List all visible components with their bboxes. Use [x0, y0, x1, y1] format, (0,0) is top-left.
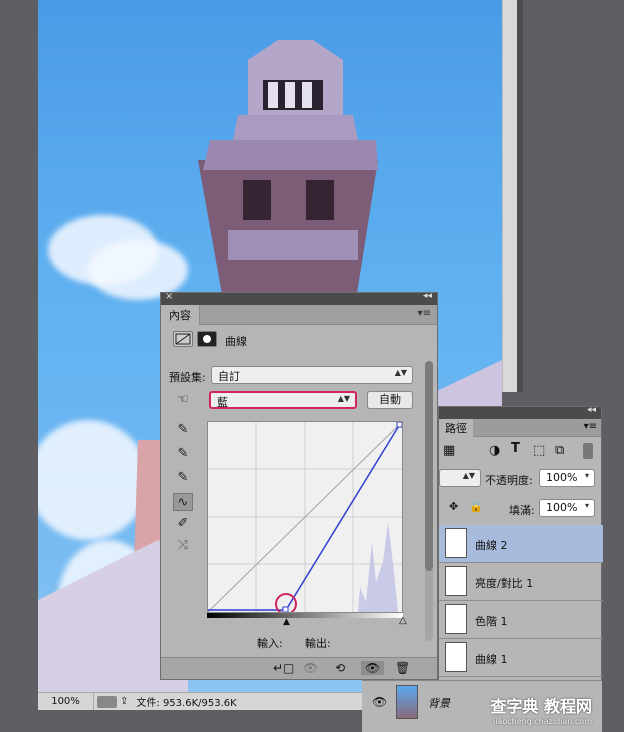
layer-name: 曲線 1	[475, 653, 508, 666]
visibility-icon[interactable]: 👁	[361, 661, 385, 675]
pixel-filter-icon[interactable]: ▦	[443, 443, 455, 458]
layer-name: 色階 1	[475, 615, 508, 628]
layer-name: 曲線 2	[475, 539, 508, 552]
watermark-sub: 教程网	[543, 697, 592, 716]
white-point-slider[interactable]: △	[399, 615, 407, 626]
output-label: 輸出:	[305, 637, 331, 650]
tab-paths[interactable]: 路徑	[439, 419, 473, 437]
curves-adjustment-icon[interactable]	[173, 331, 193, 347]
target-adjust-icon[interactable]: ☜	[173, 391, 193, 409]
background-layer-row[interactable]: 👁 背景 查字典 教程网 jiaocheng.chazidian.com	[362, 680, 602, 732]
layer-name: 背景	[428, 697, 450, 710]
layer-mask-thumbnail	[445, 642, 467, 672]
layer-row[interactable]: 亮度/對比 1	[439, 563, 603, 601]
shape-filter-icon[interactable]: ⬚	[533, 443, 545, 458]
view-previous-icon[interactable]: 👁	[303, 661, 318, 675]
adjustment-title: 曲線	[225, 335, 247, 348]
watermark-url: jiaocheng.chazidian.com	[492, 717, 592, 726]
preset-select[interactable]: 自訂 ▲▼	[211, 366, 413, 384]
watermark-title: 查字典	[490, 697, 539, 716]
input-label: 輸入:	[257, 637, 283, 650]
black-point-slider[interactable]: ▲	[283, 617, 290, 627]
type-filter-icon[interactable]: T	[511, 441, 520, 456]
close-icon[interactable]: ×	[165, 291, 173, 302]
share-icon[interactable]: ⇪	[120, 696, 128, 707]
fill-label: 填滿:	[509, 504, 535, 517]
pencil-icon[interactable]: ✐	[173, 515, 193, 533]
panel-menu-icon[interactable]: ▾≡	[418, 308, 431, 319]
mask-icon[interactable]	[197, 331, 217, 347]
properties-panel: × ◂◂ 內容 ▾≡ 曲線 預設集: 自訂 ▲▼ ☜ 藍 ▲▼ 自動 ✎ ✎ ✎ ∿ …	[160, 291, 438, 680]
black-eyedropper-icon[interactable]: ✎	[173, 421, 193, 439]
auto-button[interactable]: 自動	[367, 391, 413, 409]
layer-row[interactable]: 曲線 1	[439, 639, 603, 677]
opacity-value: 100%	[546, 471, 578, 484]
curves-graph[interactable]	[207, 421, 403, 615]
input-gradient	[207, 613, 403, 618]
preset-label: 預設集:	[169, 371, 206, 384]
filter-icons: ▦ ◑ T ⬚ ⧉	[439, 441, 603, 463]
blend-mode-select[interactable]: ▲▼	[439, 469, 481, 487]
panel-menu-icon[interactable]: ▾≡	[584, 421, 597, 432]
layer-mask-thumbnail	[445, 566, 467, 596]
white-eyedropper-icon[interactable]: ✎	[173, 469, 193, 487]
collapse-icon[interactable]: ◂◂	[423, 291, 432, 301]
curve-point-tool-icon[interactable]: ∿	[173, 493, 193, 511]
preset-value: 自訂	[218, 370, 240, 383]
gray-eyedropper-icon[interactable]: ✎	[173, 445, 193, 463]
document-edge	[502, 0, 523, 392]
doc-info: 文件: 953.6K/953.6K	[136, 698, 237, 709]
fill-field[interactable]: 100% ▾	[539, 499, 595, 517]
channel-select[interactable]: 藍 ▲▼	[209, 391, 357, 409]
background-thumbnail	[396, 685, 418, 719]
opacity-field[interactable]: 100% ▾	[539, 469, 595, 487]
clip-to-layer-icon[interactable]: ↵□	[273, 661, 294, 675]
lock-all-icon[interactable]: 🔒	[469, 500, 483, 513]
delete-icon[interactable]: 🗑	[395, 661, 410, 675]
layer-row[interactable]: 色階 1	[439, 601, 603, 639]
tab-properties[interactable]: 內容	[161, 305, 200, 325]
channel-value: 藍	[217, 396, 228, 409]
lock-move-icon[interactable]: ✥	[449, 500, 458, 513]
visibility-icon[interactable]: 👁	[372, 695, 387, 709]
collapse-icon[interactable]: ◂◂	[587, 405, 596, 415]
opacity-label: 不透明度:	[485, 474, 533, 487]
status-bar: 100% ⇪ 文件: 953.6K/953.6K	[38, 692, 362, 710]
layer-row[interactable]: 曲線 2	[439, 525, 603, 563]
properties-scrollbar[interactable]	[425, 361, 433, 641]
status-icon	[97, 695, 117, 708]
fill-value: 100%	[546, 501, 578, 514]
smooth-icon[interactable]: ⤨	[173, 537, 193, 555]
adjust-filter-icon[interactable]: ◑	[489, 443, 500, 458]
filter-toggle[interactable]	[583, 443, 593, 459]
zoom-level[interactable]: 100%	[38, 693, 94, 710]
reset-icon[interactable]: ⟲	[335, 661, 345, 675]
layer-mask-thumbnail	[445, 528, 467, 558]
layer-mask-thumbnail	[445, 604, 467, 634]
watermark: 查字典 教程网 jiaocheng.chazidian.com	[490, 693, 592, 726]
layer-name: 亮度/對比 1	[475, 577, 534, 590]
properties-bottom-bar: ↵□ 👁 ⟲ 👁 🗑	[161, 657, 437, 679]
smart-filter-icon[interactable]: ⧉	[555, 443, 564, 458]
